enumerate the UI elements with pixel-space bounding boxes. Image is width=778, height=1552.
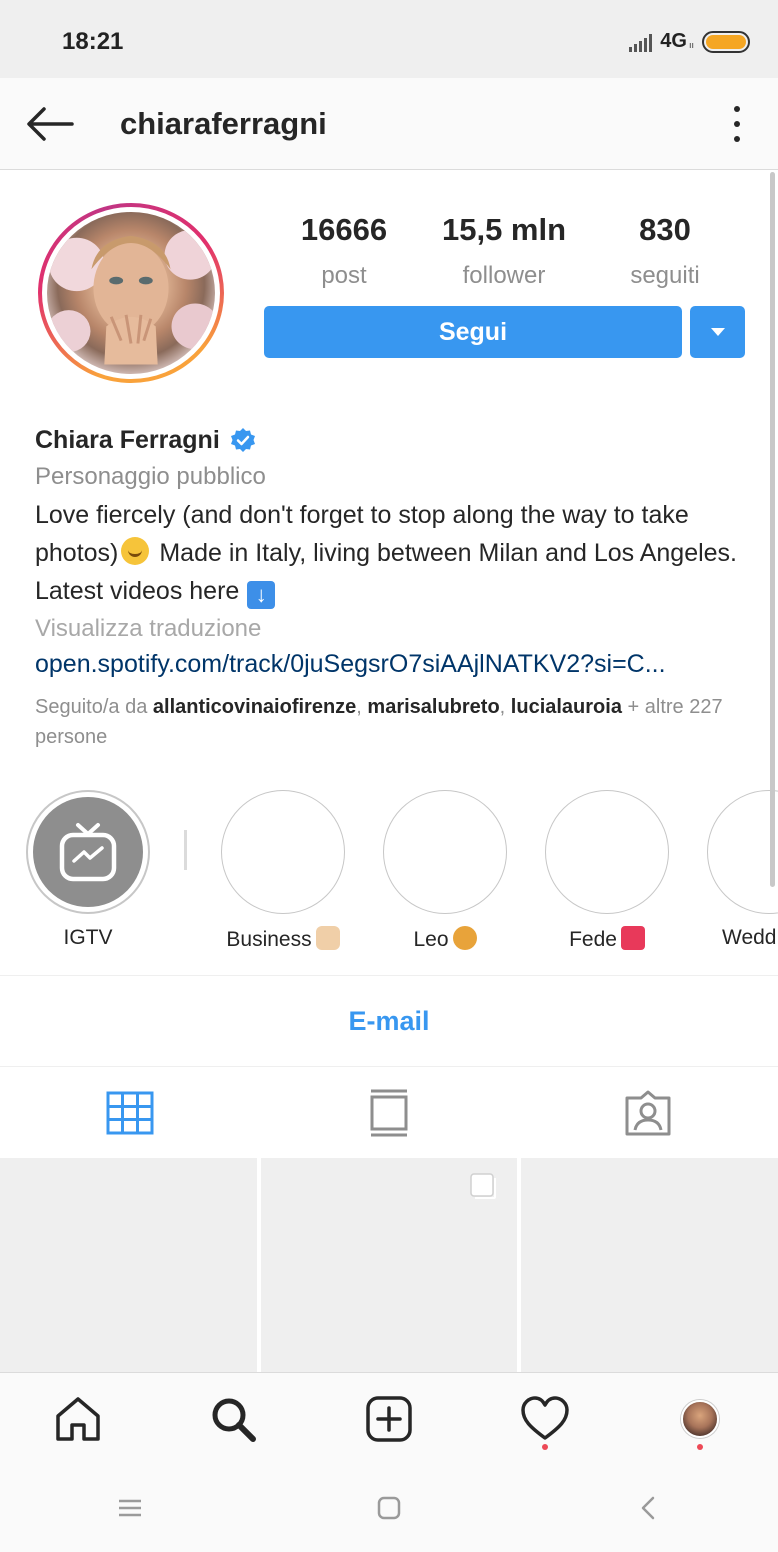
battery-icon — [702, 30, 750, 53]
email-label: E-mail — [348, 1005, 430, 1036]
avatar-photo — [47, 212, 215, 374]
signal-icon — [629, 32, 653, 52]
highlight-business[interactable]: Business — [208, 790, 358, 950]
verified-badge-icon — [230, 428, 255, 452]
full-name: Chiara Ferragni — [35, 425, 220, 454]
system-navigation-bar — [0, 1464, 778, 1552]
highlight-cover — [26, 790, 150, 914]
posts-count-label: post — [321, 262, 367, 289]
highlight-cover — [707, 790, 778, 914]
carousel-icon — [470, 1173, 497, 1199]
feed-icon — [370, 1089, 408, 1137]
more-vertical-icon — [734, 106, 740, 112]
flexed-biceps-emoji-icon — [315, 926, 340, 950]
followers-count-value: 15,5 mln — [441, 212, 567, 247]
tab-grid[interactable] — [0, 1068, 259, 1158]
highlight-divider — [184, 830, 187, 870]
name-row: Chiara Ferragni — [35, 424, 755, 456]
hugging-face-emoji-icon — [121, 537, 150, 565]
down-arrow-emoji-icon: ↓ — [247, 581, 276, 609]
followed-by-prefix: Seguito/a da — [35, 696, 148, 718]
status-indicators: 4G ıı — [629, 30, 750, 53]
highlight-label: Leo — [370, 926, 520, 950]
tagged-icon — [625, 1090, 671, 1136]
posts-count-value: 16666 — [300, 212, 388, 247]
sparkling-heart-emoji-icon — [620, 926, 645, 950]
post-thumbnail[interactable] — [260, 1158, 518, 1372]
search-icon — [212, 1398, 257, 1442]
bio-text: Love fiercely (and don't forget to stop … — [35, 496, 755, 610]
highlight-leo[interactable]: Leo — [370, 790, 520, 950]
followed-by-user: lucialauroia — [510, 696, 622, 718]
notification-dot — [541, 1444, 548, 1450]
see-translation-link[interactable]: Visualizza traduzione — [35, 612, 755, 646]
website-link[interactable]: open.spotify.com/track/0juSegsrO7siAAjlN… — [35, 646, 745, 682]
caret-down-icon — [710, 328, 725, 336]
followers-count[interactable]: 15,5 mln follower — [428, 212, 580, 290]
following-count-label: seguiti — [630, 262, 700, 289]
tab-tagged[interactable] — [519, 1068, 778, 1158]
profile-tabs — [0, 1068, 778, 1158]
followed-by-user: allanticovinaiofirenze — [152, 696, 357, 718]
highlight-igtv[interactable]: IGTV — [13, 790, 163, 950]
back-button[interactable] — [24, 104, 76, 144]
followed-by-user: marisalubreto — [367, 696, 500, 718]
post-thumbnail[interactable] — [0, 1158, 257, 1372]
follow-button[interactable]: Segui — [264, 306, 682, 358]
highlight-label: Wedd — [722, 926, 777, 949]
profile-username-title: chiaraferragni — [120, 106, 327, 141]
nav-activity[interactable] — [467, 1373, 623, 1464]
bottom-navigation — [0, 1372, 778, 1464]
highlight-wedding[interactable]: Wedd — [694, 790, 778, 950]
highlight-label: Business — [208, 926, 358, 950]
grid-icon — [106, 1091, 154, 1135]
add-post-icon — [366, 1395, 412, 1442]
highlight-label: Fede — [532, 926, 682, 950]
followed-by[interactable]: Seguito/a da allanticovinaiofirenze, mar… — [35, 692, 755, 752]
suggestions-dropdown-button[interactable] — [690, 306, 745, 358]
tab-feed[interactable] — [259, 1068, 518, 1158]
following-count[interactable]: 830 seguiti — [610, 212, 720, 290]
email-contact-button[interactable]: E-mail — [0, 975, 778, 1067]
profile-avatar-icon — [681, 1399, 720, 1438]
system-back-button[interactable] — [519, 1464, 778, 1552]
post-thumbnail[interactable] — [521, 1158, 778, 1372]
scrollbar[interactable] — [770, 172, 775, 887]
followers-count-label: follower — [462, 262, 546, 289]
igtv-icon — [59, 823, 117, 882]
nav-new-post[interactable] — [311, 1373, 467, 1464]
heart-icon — [520, 1395, 569, 1440]
status-time: 18:21 — [62, 28, 124, 55]
nav-home[interactable] — [0, 1373, 156, 1464]
notification-dot — [697, 1444, 704, 1450]
highlight-cover — [221, 790, 345, 914]
highlight-cover — [383, 790, 507, 914]
system-menu-button[interactable] — [0, 1464, 259, 1552]
home-icon — [56, 1396, 100, 1441]
profile-category: Personaggio pubblico — [35, 463, 266, 490]
menu-icon — [118, 1499, 141, 1517]
nav-profile[interactable] — [622, 1373, 778, 1464]
status-bar: 18:21 4G ıı — [0, 0, 778, 78]
posts-count[interactable]: 16666 post — [284, 212, 404, 290]
profile-bio: Chiara Ferragni Personaggio pubblico Lov… — [35, 424, 755, 752]
arrow-left-icon — [27, 107, 74, 141]
following-count-value: 830 — [639, 212, 691, 247]
highlight-fede[interactable]: Fede — [532, 790, 682, 950]
posts-grid — [0, 1158, 778, 1372]
profile-avatar[interactable] — [38, 203, 224, 383]
back-chevron-icon — [642, 1496, 655, 1520]
nav-search[interactable] — [156, 1373, 312, 1464]
more-options-button[interactable] — [722, 106, 752, 142]
highlight-cover — [545, 790, 669, 914]
highlight-label: IGTV — [63, 926, 113, 949]
lion-face-emoji-icon — [452, 926, 477, 950]
app-header: chiaraferragni — [0, 78, 778, 170]
story-highlights: IGTV Business Leo Fede Wedd — [0, 790, 778, 950]
network-label: 4G — [660, 30, 687, 52]
network-sub-label: ıı — [688, 39, 694, 50]
system-home-button[interactable] — [259, 1464, 518, 1552]
home-square-icon — [377, 1496, 401, 1520]
